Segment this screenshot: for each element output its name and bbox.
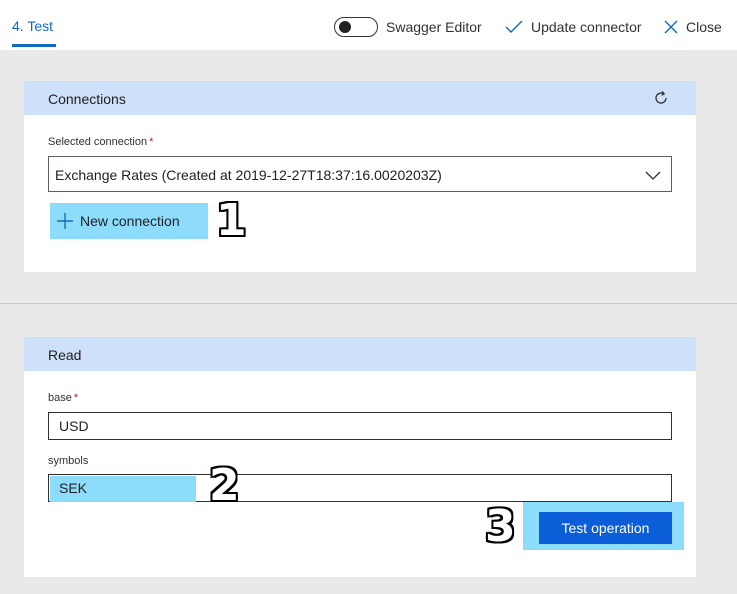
test-operation-button[interactable]: Test operation	[539, 512, 672, 544]
update-connector-label: Update connector	[531, 19, 642, 35]
step-annotation-1: 1	[216, 195, 247, 246]
swagger-editor-toggle[interactable]	[334, 17, 378, 37]
base-value: USD	[59, 418, 89, 434]
read-header: Read	[24, 337, 696, 371]
update-connector-button[interactable]: Update connector	[505, 16, 642, 38]
connections-title: Connections	[48, 91, 126, 107]
connections-card: Connections Selected connection * Exchang…	[24, 81, 696, 272]
new-connection-label: New connection	[80, 213, 180, 229]
symbols-input[interactable]: SEK	[48, 474, 672, 502]
plus-icon	[56, 212, 74, 230]
selected-connection-label: Selected connection *	[48, 136, 153, 148]
step-annotation-2: 2	[209, 460, 240, 511]
symbols-value: SEK	[59, 480, 88, 496]
close-button[interactable]: Close	[664, 16, 722, 38]
connections-header: Connections	[24, 81, 696, 115]
required-mark: *	[73, 392, 79, 404]
new-connection-button[interactable]: New connection	[50, 203, 208, 239]
tab-test[interactable]: 4. Test	[12, 18, 53, 34]
toggle-knob	[339, 21, 351, 33]
close-icon	[664, 20, 678, 34]
checkmark-icon	[505, 20, 523, 34]
swagger-editor-label: Swagger Editor	[386, 19, 482, 35]
top-bar: 4. Test Swagger Editor Update connector …	[0, 0, 737, 50]
selected-connection-value: Exchange Rates (Created at 2019-12-27T18…	[55, 167, 442, 183]
required-mark: *	[149, 136, 154, 148]
read-title: Read	[48, 347, 82, 363]
step-annotation-3: 3	[485, 501, 516, 552]
symbols-label: symbols	[48, 455, 89, 467]
close-label: Close	[686, 19, 722, 35]
active-tab-underline	[12, 44, 56, 47]
base-input[interactable]: USD	[48, 412, 672, 440]
base-label-text: base	[48, 392, 72, 404]
selected-connection-dropdown[interactable]: Exchange Rates (Created at 2019-12-27T18…	[48, 156, 672, 192]
selected-connection-label-text: Selected connection	[48, 136, 148, 148]
refresh-icon[interactable]	[653, 90, 669, 106]
chevron-down-icon	[645, 168, 661, 180]
base-label: base *	[48, 392, 78, 404]
